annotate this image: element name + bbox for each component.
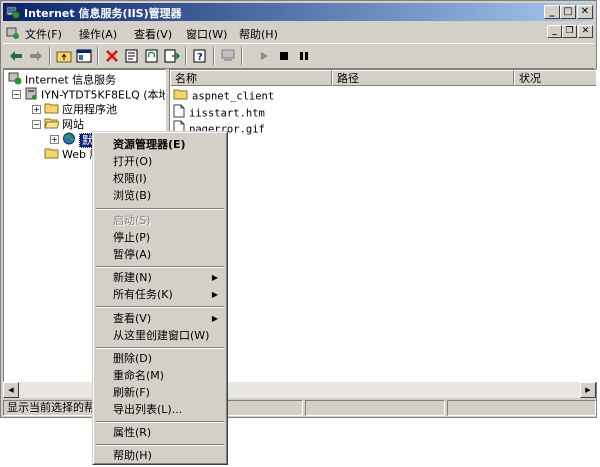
submenu-arrow-icon: ▶ xyxy=(211,273,218,282)
menu-file[interactable]: 文件(F) xyxy=(25,26,62,42)
list-pane[interactable]: 名称 路径 状况 aspnet_client iisstart.htm page… xyxy=(169,69,597,382)
menu-action[interactable]: 操作(A) xyxy=(79,26,117,42)
close-button[interactable]: ✕ xyxy=(577,5,593,19)
menu-item-browse[interactable]: 浏览(B) xyxy=(96,187,224,204)
tree-app-pools-label: 应用程序池 xyxy=(62,103,117,116)
menu-help[interactable]: 帮助(H) xyxy=(239,26,278,42)
tree-server-label: IYN-YTDT5KF8ELQ (本地计 xyxy=(41,88,165,102)
menu-item-properties[interactable]: 属性(R) xyxy=(96,424,224,441)
column-header-name[interactable]: 名称 xyxy=(170,70,332,86)
folder-icon xyxy=(44,102,59,118)
server-icon xyxy=(24,87,38,104)
expand-app-pools-toggle[interactable]: + xyxy=(32,105,41,114)
child-restore-button[interactable]: ❐ xyxy=(562,25,577,38)
tree-root-label: Internet 信息服务 xyxy=(25,73,117,87)
menu-item-new[interactable]: 新建(N) ▶ xyxy=(96,269,224,286)
submenu-arrow-icon: ▶ xyxy=(211,314,218,323)
menu-item-open[interactable]: 打开(O) xyxy=(96,153,224,170)
menu-bar: 文件(F) 操作(A) 查看(V) 窗口(W) 帮助(H) _ ❐ ✕ xyxy=(3,23,594,42)
menu-window[interactable]: 窗口(W) xyxy=(186,26,227,42)
expand-default-site-toggle[interactable]: + xyxy=(50,135,59,144)
menu-item-delete[interactable]: 删除(D) xyxy=(96,350,224,367)
properties-icon[interactable] xyxy=(123,47,141,65)
show-hide-tree-icon[interactable] xyxy=(75,47,93,65)
forward-arrow-icon[interactable] xyxy=(27,47,45,65)
document-icon[interactable] xyxy=(6,26,20,43)
column-header-status[interactable]: 状况 xyxy=(514,70,596,86)
menu-item-new-window[interactable]: 从这里创建窗口(W) xyxy=(96,327,224,344)
minimize-button[interactable]: _ xyxy=(544,5,560,19)
pause-icon[interactable] xyxy=(295,47,313,65)
tree-websites-label: 网站 xyxy=(62,118,84,131)
menu-item-start: 启动(S) xyxy=(113,214,151,227)
refresh-icon[interactable] xyxy=(143,47,161,65)
back-arrow-icon[interactable] xyxy=(7,47,25,65)
menu-item-stop[interactable]: 停止(P) xyxy=(96,229,224,246)
iis-manager-window: Internet 信息服务(IIS)管理器 _ □ ✕ 文件(F) 操作(A) … xyxy=(0,0,597,418)
iis-root-icon xyxy=(8,72,22,89)
play-icon[interactable] xyxy=(255,47,273,65)
export-list-icon[interactable] xyxy=(163,47,181,65)
menu-item-rename[interactable]: 重命名(M) xyxy=(96,367,224,384)
menu-item-refresh[interactable]: 刷新(F) xyxy=(96,384,224,401)
menu-item-export[interactable]: 导出列表(L)... xyxy=(96,401,224,418)
child-close-button[interactable]: ✕ xyxy=(578,25,593,38)
title-bar[interactable]: Internet 信息服务(IIS)管理器 _ □ ✕ xyxy=(3,3,594,21)
scroll-right-button[interactable]: ▶ xyxy=(580,382,596,398)
menu-item-pause[interactable]: 暂停(A) xyxy=(96,246,224,263)
computer-icon[interactable] xyxy=(219,47,237,65)
open-folder-icon xyxy=(44,117,60,133)
delete-icon[interactable] xyxy=(103,47,121,65)
status-panel-2 xyxy=(305,400,445,416)
svg-text:?: ? xyxy=(197,52,203,63)
tree-root[interactable]: Internet 信息服务 xyxy=(8,72,117,89)
tree-app-pools[interactable]: 应用程序池 xyxy=(44,102,117,116)
column-header-path[interactable]: 路径 xyxy=(332,70,514,86)
menu-view[interactable]: 查看(V) xyxy=(134,26,172,42)
status-panel-3 xyxy=(447,400,596,416)
submenu-arrow-icon: ▶ xyxy=(211,290,218,299)
child-minimize-button[interactable]: _ xyxy=(547,25,562,38)
collapse-server-toggle[interactable]: − xyxy=(12,90,21,99)
help-icon[interactable]: ? xyxy=(191,47,209,65)
context-menu: 资源管理器(E) 打开(O) 权限(I) 浏览(B) 启动(S) 停止(P) 暂… xyxy=(92,131,228,465)
tree-server[interactable]: IYN-YTDT5KF8ELQ (本地计 xyxy=(24,87,165,104)
iis-app-icon xyxy=(6,5,20,19)
menu-item-permissions[interactable]: 权限(I) xyxy=(96,170,224,187)
menu-item-all-tasks[interactable]: 所有任务(K) ▶ xyxy=(96,286,224,303)
up-folder-icon[interactable] xyxy=(55,47,73,65)
tree-websites[interactable]: 网站 xyxy=(44,117,84,131)
folder-icon xyxy=(173,88,188,105)
list-item[interactable]: aspnet_client xyxy=(173,88,274,103)
stop-icon[interactable] xyxy=(275,47,293,65)
collapse-websites-toggle[interactable]: − xyxy=(32,120,41,129)
scroll-left-button[interactable]: ◀ xyxy=(3,382,19,398)
menu-item-explorer[interactable]: 资源管理器(E) xyxy=(96,136,224,153)
list-item[interactable]: iisstart.htm xyxy=(173,104,265,120)
menu-item-help[interactable]: 帮助(H) xyxy=(96,447,224,464)
folder-icon xyxy=(44,147,59,163)
menu-item-view[interactable]: 查看(V) ▶ xyxy=(96,310,224,327)
toolbar: ? xyxy=(3,43,594,69)
window-title: Internet 信息服务(IIS)管理器 xyxy=(24,7,182,20)
maximize-button[interactable]: □ xyxy=(560,5,576,19)
